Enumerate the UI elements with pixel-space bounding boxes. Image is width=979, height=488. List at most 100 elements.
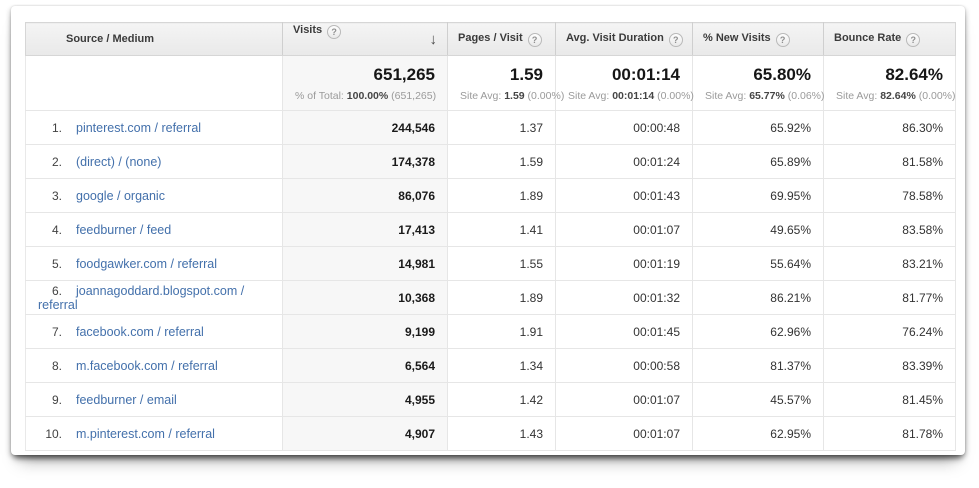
avg-duration-value: 00:01:43 <box>556 179 693 213</box>
row-rank: 3. <box>38 189 62 203</box>
analytics-report-card: Source / Medium Visits? ↓ Pages / Visit?… <box>11 6 965 455</box>
table-row: 5.foodgawker.com / referral 14,981 1.55 … <box>26 247 956 281</box>
source-medium-link[interactable]: (direct) / (none) <box>76 155 161 169</box>
source-cell: 6.joannagoddard.blogspot.com / referral <box>26 281 283 315</box>
source-cell: 2.(direct) / (none) <box>26 145 283 179</box>
source-cell: 10. m.pinterest.com / referral <box>26 417 283 451</box>
bounce-rate-value: 81.58% <box>824 145 956 179</box>
help-icon[interactable]: ? <box>776 33 790 47</box>
totals-visits-cell: 651,265 % of Total: 100.00% (651,265) <box>283 56 448 111</box>
row-rank: 6. <box>38 284 62 298</box>
source-medium-link[interactable]: pinterest.com / referral <box>76 121 201 135</box>
column-label: Source / Medium <box>66 33 154 45</box>
pages-per-visit-value: 1.37 <box>448 111 556 145</box>
new-visits-value: 55.64% <box>693 247 824 281</box>
table-row: 1.pinterest.com / referral 244,546 1.37 … <box>26 111 956 145</box>
pages-per-visit-value: 1.59 <box>448 145 556 179</box>
visits-value: 4,955 <box>283 383 448 417</box>
new-visits-value: 62.95% <box>693 417 824 451</box>
source-medium-link[interactable]: foodgawker.com / referral <box>76 257 217 271</box>
source-cell: 4. feedburner / feed <box>26 213 283 247</box>
column-header-bounce-rate[interactable]: Bounce Rate? <box>824 23 956 56</box>
pages-per-visit-value: 1.89 <box>448 179 556 213</box>
source-cell: 7. facebook.com / referral <box>26 315 283 349</box>
bounce-rate-value: 78.58% <box>824 179 956 213</box>
source-medium-link[interactable]: feedburner / email <box>76 393 177 407</box>
totals-duration-cell: 00:01:14 Site Avg: 00:01:14 (0.00%) <box>556 56 693 111</box>
bounce-rate-value: 81.77% <box>824 281 956 315</box>
table-row: 2.(direct) / (none) 174,378 1.59 00:01:2… <box>26 145 956 179</box>
new-visits-value: 45.57% <box>693 383 824 417</box>
new-visits-value: 62.96% <box>693 315 824 349</box>
row-rank: 9. <box>38 393 62 407</box>
pages-per-visit-value: 1.55 <box>448 247 556 281</box>
column-header-visits[interactable]: Visits? ↓ <box>283 23 448 56</box>
source-medium-link[interactable]: feedburner / feed <box>76 223 171 237</box>
visits-value: 244,546 <box>283 111 448 145</box>
visits-value: 9,199 <box>283 315 448 349</box>
help-icon[interactable]: ? <box>327 25 341 39</box>
table-header-row: Source / Medium Visits? ↓ Pages / Visit?… <box>26 23 956 56</box>
pages-per-visit-value: 1.89 <box>448 281 556 315</box>
visits-value: 10,368 <box>283 281 448 315</box>
bounce-rate-value: 81.78% <box>824 417 956 451</box>
screenshot-stage: Source / Medium Visits? ↓ Pages / Visit?… <box>0 0 979 488</box>
column-header-avg-visit-duration[interactable]: Avg. Visit Duration? <box>556 23 693 56</box>
visits-value: 4,907 <box>283 417 448 451</box>
avg-duration-value: 00:01:19 <box>556 247 693 281</box>
new-visits-value: 65.92% <box>693 111 824 145</box>
source-medium-link[interactable]: m.pinterest.com / referral <box>76 427 215 441</box>
source-cell: 9. feedburner / email <box>26 383 283 417</box>
bounce-rate-value: 83.58% <box>824 213 956 247</box>
pages-per-visit-value: 1.91 <box>448 315 556 349</box>
visits-value: 17,413 <box>283 213 448 247</box>
bounce-rate-value: 83.39% <box>824 349 956 383</box>
row-rank: 7. <box>38 325 62 339</box>
sort-descending-icon[interactable]: ↓ <box>430 24 438 55</box>
bounce-rate-value: 83.21% <box>824 247 956 281</box>
column-header-source-medium[interactable]: Source / Medium <box>26 23 283 56</box>
row-rank: 5. <box>38 257 62 271</box>
pages-per-visit-value: 1.41 <box>448 213 556 247</box>
totals-row: 651,265 % of Total: 100.00% (651,265) 1.… <box>26 56 956 111</box>
avg-duration-value: 00:00:48 <box>556 111 693 145</box>
row-rank: 1. <box>38 121 62 135</box>
column-label: Visits <box>293 24 322 36</box>
row-rank: 8. <box>38 359 62 373</box>
visits-value: 174,378 <box>283 145 448 179</box>
totals-pages-cell: 1.59 Site Avg: 1.59 (0.00%) <box>448 56 556 111</box>
bounce-rate-value: 86.30% <box>824 111 956 145</box>
visits-value: 6,564 <box>283 349 448 383</box>
column-label: Bounce Rate <box>834 32 901 44</box>
avg-duration-value: 00:00:58 <box>556 349 693 383</box>
table-row: 4. feedburner / feed 17,413 1.41 00:01:07… <box>26 213 956 247</box>
source-cell: 5. foodgawker.com / referral <box>26 247 283 281</box>
pages-per-visit-value: 1.34 <box>448 349 556 383</box>
row-rank: 10. <box>38 427 62 441</box>
column-label: Pages / Visit <box>458 32 523 44</box>
pages-per-visit-value: 1.42 <box>448 383 556 417</box>
column-header-percent-new-visits[interactable]: % New Visits? <box>693 23 824 56</box>
row-rank: 4. <box>38 223 62 237</box>
source-medium-link[interactable]: m.facebook.com / referral <box>76 359 218 373</box>
avg-duration-value: 00:01:07 <box>556 417 693 451</box>
bounce-rate-value: 81.45% <box>824 383 956 417</box>
avg-duration-value: 00:01:32 <box>556 281 693 315</box>
help-icon[interactable]: ? <box>669 33 683 47</box>
help-icon[interactable]: ? <box>906 33 920 47</box>
new-visits-value: 49.65% <box>693 213 824 247</box>
source-medium-table: Source / Medium Visits? ↓ Pages / Visit?… <box>25 22 956 451</box>
avg-duration-value: 00:01:07 <box>556 383 693 417</box>
source-medium-link[interactable]: google / organic <box>76 189 165 203</box>
totals-new-visits-cell: 65.80% Site Avg: 65.77% (0.06%) <box>693 56 824 111</box>
table-row: 7.facebook.com / referral 9,199 1.91 00:… <box>26 315 956 349</box>
help-icon[interactable]: ? <box>528 33 542 47</box>
avg-duration-value: 00:01:07 <box>556 213 693 247</box>
table-row: 3.google / organic 86,076 1.89 00:01:43 … <box>26 179 956 213</box>
column-header-pages-per-visit[interactable]: Pages / Visit? <box>448 23 556 56</box>
source-medium-link[interactable]: facebook.com / referral <box>76 325 204 339</box>
source-cell: 3. google / organic <box>26 179 283 213</box>
source-medium-link[interactable]: joannagoddard.blogspot.com / referral <box>38 284 244 312</box>
source-cell: 8. m.facebook.com / referral <box>26 349 283 383</box>
column-label: Avg. Visit Duration <box>566 32 664 44</box>
